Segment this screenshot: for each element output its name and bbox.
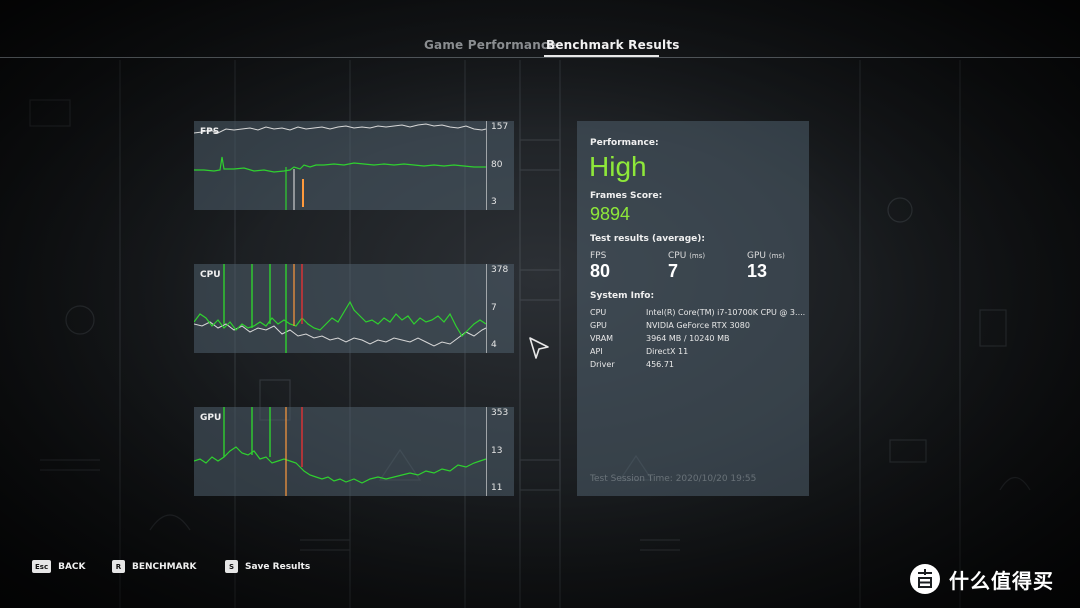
metric-fps: FPS 80: [590, 251, 610, 281]
metric-gpu-unit: (ms): [768, 252, 785, 260]
gpu-graph-panel: GPU 353 13 11: [194, 407, 514, 496]
cpu-graph-title: CPU: [200, 270, 221, 280]
benchmark-label: BENCHMARK: [132, 561, 197, 572]
mouse-cursor-icon: [529, 337, 549, 359]
system-info-row-driver: Driver 456.71: [590, 360, 674, 369]
metric-gpu-value: 13: [747, 261, 768, 281]
background-hieroglyph-wall: [0, 60, 1080, 608]
metric-cpu-unit: (ms): [689, 252, 706, 260]
tab-benchmark-results[interactable]: Benchmark Results: [546, 38, 680, 52]
top-tab-bar: Game Performance Benchmark Results: [0, 38, 1080, 58]
fps-tick-avg: 80: [491, 160, 503, 170]
test-results-label: Test results (average):: [590, 234, 705, 244]
esc-key-icon: Esc: [32, 560, 52, 573]
cpu-axis: [486, 264, 487, 353]
fps-avg-line: [194, 156, 486, 173]
s-key-icon: S: [225, 560, 238, 573]
fps-tick-min: 3: [491, 197, 497, 207]
system-info-label: System Info:: [590, 291, 655, 301]
system-info-key: Driver: [590, 360, 615, 369]
tab-game-performance[interactable]: Game Performance: [424, 38, 557, 52]
cpu-white-line: [194, 321, 487, 347]
save-results-button[interactable]: S Save Results: [225, 560, 310, 573]
cpu-tick-avg: 7: [491, 303, 497, 313]
gpu-axis: [486, 407, 487, 496]
metric-cpu: CPU (ms) 7: [668, 251, 705, 281]
back-button[interactable]: Esc BACK: [32, 560, 86, 573]
system-info-key: API: [590, 347, 603, 356]
gpu-tick-max: 353: [491, 408, 509, 418]
gpu-green-line: [194, 446, 487, 484]
metric-cpu-value: 7: [668, 261, 679, 281]
metric-gpu: GPU (ms) 13: [747, 251, 785, 281]
performance-label: Performance:: [590, 138, 659, 148]
fps-graph-plot: [194, 123, 487, 210]
r-key-icon: R: [112, 560, 125, 573]
gpu-tick-min: 11: [491, 483, 503, 493]
metric-fps-name: FPS: [590, 251, 607, 261]
gpu-tick-avg: 13: [491, 446, 503, 456]
zhi-logo-icon: [910, 564, 940, 594]
fps-axis: [486, 121, 487, 210]
metric-fps-value: 80: [590, 261, 611, 281]
system-info-key: CPU: [590, 308, 607, 317]
system-info-key: VRAM: [590, 334, 614, 343]
system-info-value: Intel(R) Core(TM) i7-10700K CPU @ 3....: [646, 308, 806, 317]
watermark: 什么值得买: [909, 563, 1054, 595]
cpu-tick-min: 4: [491, 340, 497, 350]
system-info-key: GPU: [590, 321, 607, 330]
system-info-value: 3964 MB / 10240 MB: [646, 334, 730, 343]
frames-score-label: Frames Score:: [590, 191, 663, 201]
watermark-text: 什么值得买: [949, 568, 1054, 593]
cpu-graph-plot: [194, 264, 487, 353]
save-results-label: Save Results: [245, 561, 311, 572]
test-session-time: Test Session Time: 2020/10/20 19:55: [590, 474, 757, 484]
performance-value: High: [589, 151, 647, 182]
system-info-row-api: API DirectX 11: [590, 347, 688, 356]
benchmark-button[interactable]: R BENCHMARK: [112, 560, 197, 573]
gpu-graph-plot: [194, 407, 487, 496]
system-info-row-gpu: GPU NVIDIA GeForce RTX 3080: [590, 321, 750, 330]
back-label: BACK: [58, 561, 86, 572]
cpu-tick-max: 378: [491, 265, 509, 275]
fps-max-line: [194, 123, 487, 134]
system-info-value: NVIDIA GeForce RTX 3080: [646, 321, 750, 330]
system-info-value: DirectX 11: [646, 347, 689, 356]
frames-score-value: 9894: [590, 204, 631, 224]
cpu-green-line: [194, 300, 487, 337]
fps-graph-panel: FPS 157 80 3: [194, 121, 514, 210]
system-info-value: 456.71: [646, 360, 674, 369]
system-info-row-vram: VRAM 3964 MB / 10240 MB: [590, 334, 729, 343]
benchmark-results-panel: Performance: High Frames Score: 9894 Tes…: [577, 121, 809, 496]
fps-tick-max: 157: [491, 122, 509, 132]
metric-gpu-name: GPU: [747, 251, 766, 261]
metric-cpu-name: CPU: [668, 251, 687, 261]
header-divider: [0, 57, 1080, 58]
gpu-graph-title: GPU: [200, 413, 222, 423]
cpu-graph-panel: CPU 378 7 4: [194, 264, 514, 353]
fps-graph-title: FPS: [200, 127, 220, 137]
system-info-row-cpu: CPU Intel(R) Core(TM) i7-10700K CPU @ 3..…: [590, 308, 805, 317]
